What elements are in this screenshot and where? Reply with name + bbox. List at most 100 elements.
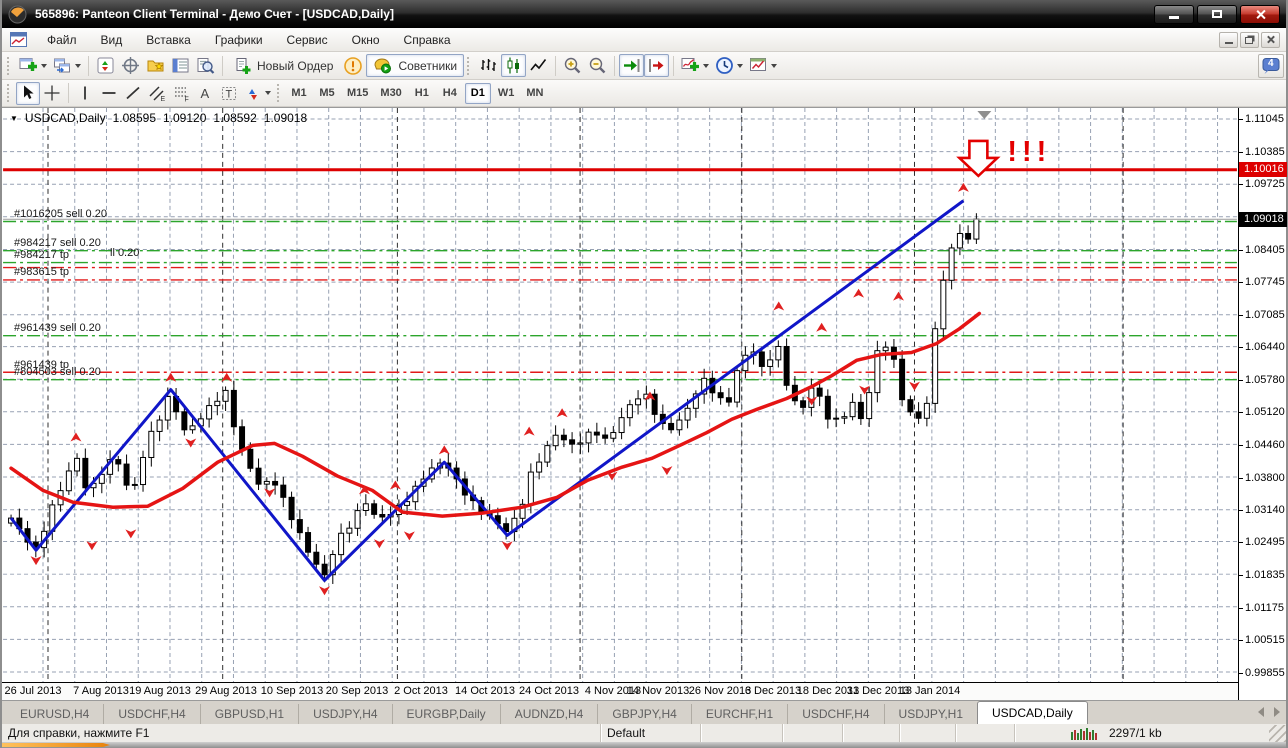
toolbar-grip[interactable] (277, 84, 283, 102)
svg-text:E: E (161, 96, 166, 102)
timeframe-button-m30[interactable]: M30 (375, 83, 406, 104)
horizontal-line-tool-button[interactable] (97, 82, 121, 105)
chart-shift-marker-icon[interactable] (977, 111, 991, 119)
arrows-tool-button[interactable] (241, 82, 274, 105)
chart-tab-audnzd-h4[interactable]: AUDNZD,H4 (500, 704, 598, 724)
symbol-dropdown-icon[interactable]: ▼ (10, 114, 18, 123)
resize-grip[interactable] (1269, 725, 1286, 742)
terminal-icon (171, 56, 190, 75)
moving-average-line[interactable] (11, 313, 979, 516)
order-label[interactable]: #984217 tp (14, 249, 69, 261)
chart-shift-button[interactable] (644, 54, 669, 77)
chart-tab-eurusd-h4[interactable]: EURUSD,H4 (6, 704, 103, 724)
child-restore-button[interactable] (1240, 32, 1259, 48)
chart-tab-eurchf-h1[interactable]: EURCHF,H1 (691, 704, 787, 724)
chart-tab-usdchf-h4[interactable]: USDCHF,H4 (787, 704, 883, 724)
order-label[interactable]: #984217 sell 0.20 (14, 237, 101, 249)
order-label[interactable]: ll 0.20 (110, 247, 139, 259)
menu-item-1[interactable]: Файл (35, 30, 89, 50)
order-label[interactable]: #961439 sell 0.20 (14, 322, 101, 334)
chart-tab-usdchf-h4[interactable]: USDCHF,H4 (103, 704, 199, 724)
status-help-text: Для справки, нажмите F1 (2, 724, 600, 742)
price-axis[interactable]: 1.110451.103851.097251.084051.077451.070… (1238, 108, 1286, 700)
timeframe-button-m5[interactable]: M5 (314, 83, 340, 104)
alert-button[interactable] (340, 54, 366, 77)
menu-item-7[interactable]: Справка (392, 30, 463, 50)
timeframe-button-m1[interactable]: M1 (286, 83, 312, 104)
date-axis[interactable]: 26 Jul 20137 Aug 201319 Aug 201329 Aug 2… (2, 683, 1238, 701)
order-label[interactable]: #1016205 sell 0.20 (14, 208, 107, 220)
templates-button[interactable] (746, 54, 780, 77)
new-order-icon (234, 57, 252, 75)
label-tool-button[interactable]: T (217, 82, 241, 105)
market-watch-button[interactable] (93, 54, 118, 77)
timeframe-button-w1[interactable]: W1 (493, 83, 520, 104)
toolbar-grip[interactable] (7, 57, 13, 75)
chart-close-value: 1.09018 (264, 111, 307, 125)
chart-plot[interactable]: !!! (2, 108, 1238, 683)
strategy-tester-button[interactable] (193, 54, 218, 77)
chart-tab-usdcad-daily[interactable]: USDCAD,Daily (977, 701, 1088, 724)
navigator-button[interactable] (143, 54, 168, 77)
notifications-button[interactable]: 4 (1258, 54, 1284, 78)
new-chart-button[interactable] (16, 54, 50, 77)
window-maximize-button[interactable] (1197, 5, 1237, 24)
terminal-button[interactable] (168, 54, 193, 77)
trendline-tool-button[interactable] (121, 82, 145, 105)
new-order-button[interactable]: Новый Ордер (227, 54, 340, 77)
menu-item-4[interactable]: Графики (203, 30, 275, 50)
timeframe-button-mn[interactable]: MN (521, 83, 548, 104)
status-profile[interactable]: Default (600, 724, 700, 742)
tabs-scroll-left-icon[interactable] (1258, 707, 1264, 717)
line-chart-button[interactable] (526, 54, 551, 77)
timeframe-button-d1[interactable]: D1 (465, 83, 491, 104)
timeframe-button-m15[interactable]: M15 (342, 83, 373, 104)
status-bar: Для справки, нажмите F1 Default 2297/1 k… (2, 724, 1286, 742)
menu-item-3[interactable]: Вставка (134, 30, 203, 50)
order-label[interactable]: #804503 sell 0.20 (14, 366, 101, 378)
date-tick-label: 6 Dec 2013 (745, 685, 801, 697)
order-label[interactable]: #983615 tp (14, 266, 69, 278)
date-tick-label: 13 Jan 2014 (900, 685, 961, 697)
candlestick-chart-button[interactable] (501, 54, 526, 77)
bar-chart-button[interactable] (476, 54, 501, 77)
text-tool-button[interactable]: A (193, 82, 217, 105)
child-close-button[interactable] (1261, 32, 1280, 48)
cursor-tool-button[interactable] (16, 82, 40, 105)
crosshair-tool-button[interactable] (40, 82, 64, 105)
zoom-in-button[interactable] (560, 54, 585, 77)
fibonacci-tool-button[interactable]: F (169, 82, 193, 105)
auto-scroll-button[interactable] (619, 54, 644, 77)
window-close-button[interactable] (1240, 5, 1280, 24)
menu-item-5[interactable]: Сервис (275, 30, 340, 50)
close-icon (1255, 9, 1266, 20)
child-minimize-button[interactable] (1219, 32, 1238, 48)
vertical-line-tool-button[interactable] (73, 82, 97, 105)
date-tick-label: 10 Sep 2013 (261, 685, 323, 697)
indicators-button[interactable] (678, 54, 712, 77)
market-watch-icon (96, 56, 115, 75)
channel-tool-button[interactable]: E (145, 82, 169, 105)
advisors-button[interactable]: Советники (366, 54, 464, 77)
chart-tab-gbpusd-h1[interactable]: GBPUSD,H1 (200, 704, 298, 724)
chart-tab-usdjpy-h1[interactable]: USDJPY,H1 (884, 704, 977, 724)
profiles-button[interactable] (50, 54, 84, 77)
menu-item-6[interactable]: Окно (340, 30, 392, 50)
toolbar-grip[interactable] (467, 57, 473, 75)
toolbar-grip[interactable] (7, 84, 13, 102)
timeframe-button-h1[interactable]: H1 (409, 83, 435, 104)
order-lines[interactable] (3, 222, 1237, 380)
periods-button[interactable] (712, 54, 746, 77)
menu-item-2[interactable]: Вид (89, 30, 135, 50)
data-window-button[interactable] (118, 54, 143, 77)
chart-tab-usdjpy-h4[interactable]: USDJPY,H4 (298, 704, 391, 724)
chart-plot-area[interactable]: !!! ▼ USDCAD,Daily 1.08595 1.09120 1.085… (2, 108, 1238, 700)
timeframe-button-h4[interactable]: H4 (437, 83, 463, 104)
chart-tab-eurgbp-daily[interactable]: EURGBP,Daily (392, 704, 500, 724)
chart-tab-gbpjpy-h4[interactable]: GBPJPY,H4 (597, 704, 690, 724)
dropdown-caret-icon (75, 64, 81, 68)
tabs-scroll-right-icon[interactable] (1274, 707, 1280, 717)
window-minimize-button[interactable] (1154, 5, 1194, 24)
zoom-out-button[interactable] (585, 54, 610, 77)
dropdown-caret-icon (41, 64, 47, 68)
